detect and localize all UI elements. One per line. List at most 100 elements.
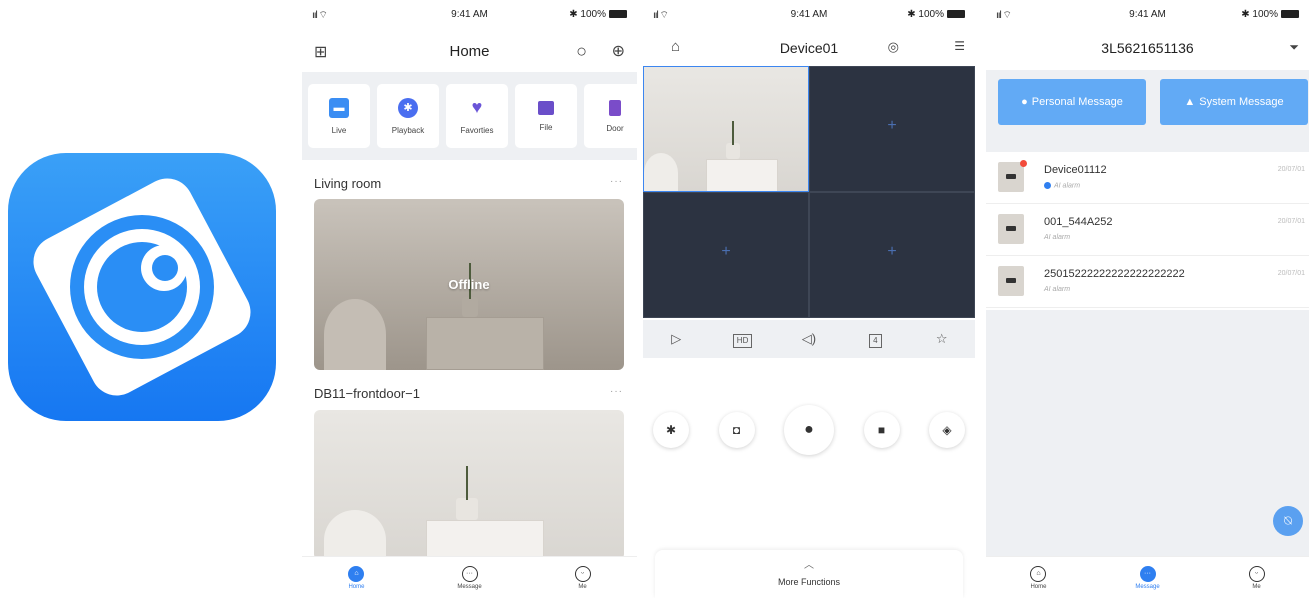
tab-me[interactable]: ᵕ Me bbox=[574, 565, 591, 590]
snapshot-button[interactable]: ◘ bbox=[718, 412, 755, 448]
camera-card-living-room[interactable]: Offline bbox=[314, 199, 624, 370]
ptz-icon: ◈ bbox=[942, 423, 952, 437]
pot-image bbox=[726, 143, 740, 159]
tab-message[interactable]: ··· Message bbox=[1135, 565, 1160, 590]
list-item[interactable]: Device01112 AI alarm 20/07/01 bbox=[986, 152, 1309, 204]
action-buttons: ✱ ◘ ● ■ ◈ bbox=[653, 405, 965, 455]
bell-off-icon: ⍉ bbox=[1284, 513, 1292, 528]
message-list-empty-area bbox=[986, 310, 1309, 556]
camera-icon: ▬ bbox=[329, 97, 349, 118]
cabinet-image bbox=[426, 317, 544, 370]
group-more-button[interactable]: ··· bbox=[610, 386, 623, 397]
home-header: ⊞ Home ○ ⊕ bbox=[302, 38, 637, 68]
battery-indicator: ✱ 100% bbox=[569, 9, 627, 20]
bell-icon: ▲ bbox=[1184, 96, 1196, 108]
app-logo bbox=[8, 153, 276, 421]
group-more-button[interactable]: ··· bbox=[610, 176, 623, 187]
battery-percent: ✱ 100% bbox=[907, 9, 944, 20]
add-channel-icon: + bbox=[887, 243, 897, 260]
tab-label: Home bbox=[348, 583, 365, 590]
record-button[interactable]: ■ bbox=[863, 412, 900, 448]
bottom-tab-bar: ⌂ Home ··· Message ᵕ Me bbox=[986, 556, 1309, 598]
badge-icon bbox=[1044, 182, 1051, 189]
message-list: Device01112 AI alarm 20/07/01 001_544A25… bbox=[986, 152, 1309, 308]
profile-icon: ᵕ bbox=[1248, 565, 1265, 582]
list-item[interactable]: 25015222222222222222222 AI alarm 20/07/0… bbox=[986, 256, 1309, 308]
list-item[interactable]: 001_544A252 AI alarm 20/07/01 bbox=[986, 204, 1309, 256]
camera-card-frontdoor[interactable] bbox=[314, 410, 624, 560]
camera-preview bbox=[644, 67, 808, 191]
quick-favorites[interactable]: ♥ Favorties bbox=[446, 84, 508, 148]
playback-action-button[interactable]: ✱ bbox=[653, 412, 689, 448]
logo-pupil bbox=[152, 255, 178, 281]
video-grid: + + + bbox=[643, 66, 975, 318]
favorite-star-icon[interactable]: ☆ bbox=[927, 331, 957, 347]
battery-indicator: ✱ 100% bbox=[907, 9, 965, 20]
mute-alarm-button[interactable]: ⍉ bbox=[1273, 506, 1303, 536]
chair-image bbox=[324, 510, 386, 560]
tab-message[interactable]: ··· Message bbox=[457, 565, 482, 590]
door-icon bbox=[609, 99, 621, 116]
folder-icon bbox=[538, 100, 554, 115]
unread-dot bbox=[1020, 160, 1027, 167]
quick-label: Live bbox=[331, 125, 347, 135]
plant-image bbox=[466, 466, 468, 500]
video-cell-3[interactable]: + bbox=[643, 192, 809, 318]
quick-playback[interactable]: ✱ Playback bbox=[377, 84, 439, 148]
quick-door[interactable]: Door bbox=[584, 84, 637, 148]
camera-icon: ◘ bbox=[732, 423, 741, 437]
tab-label: Me bbox=[1252, 583, 1261, 590]
chair-image bbox=[644, 153, 678, 191]
play-icon[interactable]: ▷ bbox=[661, 331, 691, 347]
add-channel-icon: + bbox=[887, 117, 897, 134]
tab-label: Message bbox=[1135, 583, 1160, 590]
ptz-button[interactable]: ◈ bbox=[929, 412, 965, 448]
talk-button[interactable]: ● bbox=[784, 405, 834, 455]
filter-icon[interactable]: ⏷ bbox=[1289, 40, 1299, 55]
hd-quality-button[interactable]: HD bbox=[728, 331, 758, 348]
search-icon[interactable]: ○ bbox=[576, 41, 587, 62]
list-icon[interactable]: ☰ bbox=[954, 39, 965, 53]
home-icon: ⌂ bbox=[1030, 565, 1047, 582]
battery-percent: ✱ 100% bbox=[569, 9, 606, 20]
tab-home[interactable]: ⌂ Home bbox=[1030, 565, 1047, 590]
playback-icon: ✱ bbox=[398, 97, 418, 118]
video-cell-1[interactable] bbox=[643, 66, 809, 192]
quick-access-bar: ▬ Live ✱ Playback ♥ Favorties File Door bbox=[302, 72, 637, 160]
video-cell-2[interactable]: + bbox=[809, 66, 975, 192]
settings-icon[interactable]: ◎ bbox=[888, 39, 899, 55]
camera-icon bbox=[1006, 226, 1016, 231]
message-date: 20/07/01 bbox=[1277, 166, 1305, 173]
quick-live[interactable]: ▬ Live bbox=[308, 84, 370, 148]
message-icon: ··· bbox=[461, 565, 478, 582]
cabinet-image bbox=[426, 520, 544, 560]
split-screen-button[interactable]: 4 bbox=[860, 331, 890, 348]
camera-preview bbox=[314, 410, 624, 560]
personal-message-label: Personal Message bbox=[1031, 96, 1123, 108]
cabinet-image bbox=[706, 159, 778, 191]
message-icon: ··· bbox=[1139, 565, 1156, 582]
device-name: Device01112 bbox=[1044, 164, 1107, 176]
volume-icon[interactable]: ◁) bbox=[794, 331, 824, 347]
video-record-icon: ■ bbox=[877, 423, 886, 437]
tab-me[interactable]: ᵕ Me bbox=[1248, 565, 1265, 590]
battery-percent: ✱ 100% bbox=[1241, 9, 1278, 20]
video-cell-4[interactable]: + bbox=[809, 192, 975, 318]
tab-label: Home bbox=[1030, 583, 1047, 590]
quick-file[interactable]: File bbox=[515, 84, 577, 148]
add-device-icon[interactable]: ⊕ bbox=[612, 41, 625, 61]
message-type-bar: ● Personal Message ▲ System Message bbox=[986, 70, 1309, 152]
status-bar: ııl ⌔ 9:41 AM ✱ 100% bbox=[302, 0, 637, 30]
tab-home[interactable]: ⌂ Home bbox=[348, 565, 365, 590]
page-title: 3L5621651136 bbox=[1101, 40, 1194, 56]
heart-icon: ♥ bbox=[471, 97, 483, 117]
personal-message-button[interactable]: ● Personal Message bbox=[998, 79, 1146, 125]
more-functions-panel[interactable]: ︿ More Functions bbox=[655, 550, 963, 598]
battery-indicator: ✱ 100% bbox=[1241, 9, 1299, 20]
plant-image bbox=[732, 121, 734, 145]
live-header: ⌂ Device01 ◎ ☰ bbox=[643, 36, 975, 62]
microphone-icon: ● bbox=[804, 421, 814, 438]
alarm-type: AI alarm bbox=[1044, 234, 1071, 241]
hd-label: HD bbox=[732, 333, 753, 348]
system-message-button[interactable]: ▲ System Message bbox=[1160, 79, 1308, 125]
